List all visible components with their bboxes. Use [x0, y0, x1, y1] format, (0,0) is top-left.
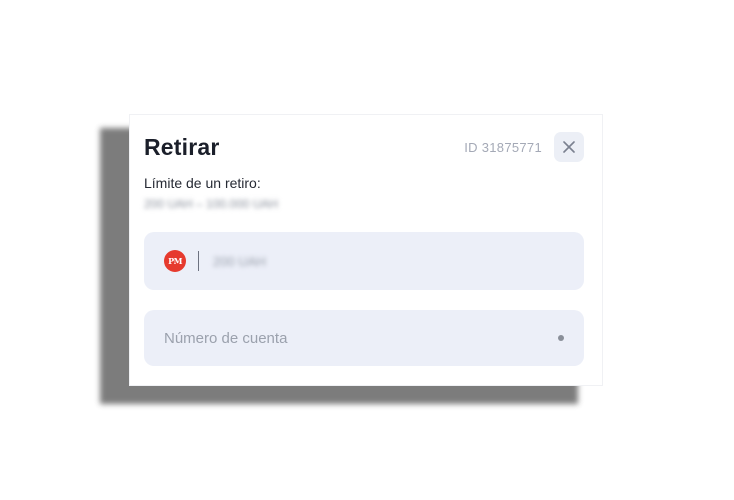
modal-header: Retirar ID 31875771	[144, 131, 584, 163]
limit-value: 200 UAH – 100.000 UAH	[144, 197, 279, 211]
perfect-money-logo: PM	[164, 250, 186, 272]
withdraw-modal: Retirar ID 31875771 Límite de un retiro:…	[129, 114, 603, 386]
account-number-input[interactable]	[164, 329, 524, 347]
close-icon	[563, 141, 575, 153]
limit-label: Límite de un retiro:	[144, 175, 261, 191]
modal-title: Retirar	[144, 133, 220, 160]
amount-value: 200 UAH	[213, 253, 266, 269]
required-dot-icon	[558, 335, 564, 341]
page-canvas: Retirar ID 31875771 Límite de un retiro:…	[0, 0, 734, 500]
account-number-field[interactable]	[144, 310, 584, 366]
amount-field[interactable]: PM 200 UAH	[144, 232, 584, 290]
user-id-label: ID 31875771	[464, 139, 542, 155]
close-button[interactable]	[554, 132, 584, 162]
field-divider	[198, 251, 199, 271]
withdraw-limit: Límite de un retiro: 200 UAH – 100.000 U…	[144, 175, 278, 211]
modal-header-right: ID 31875771	[464, 132, 584, 162]
